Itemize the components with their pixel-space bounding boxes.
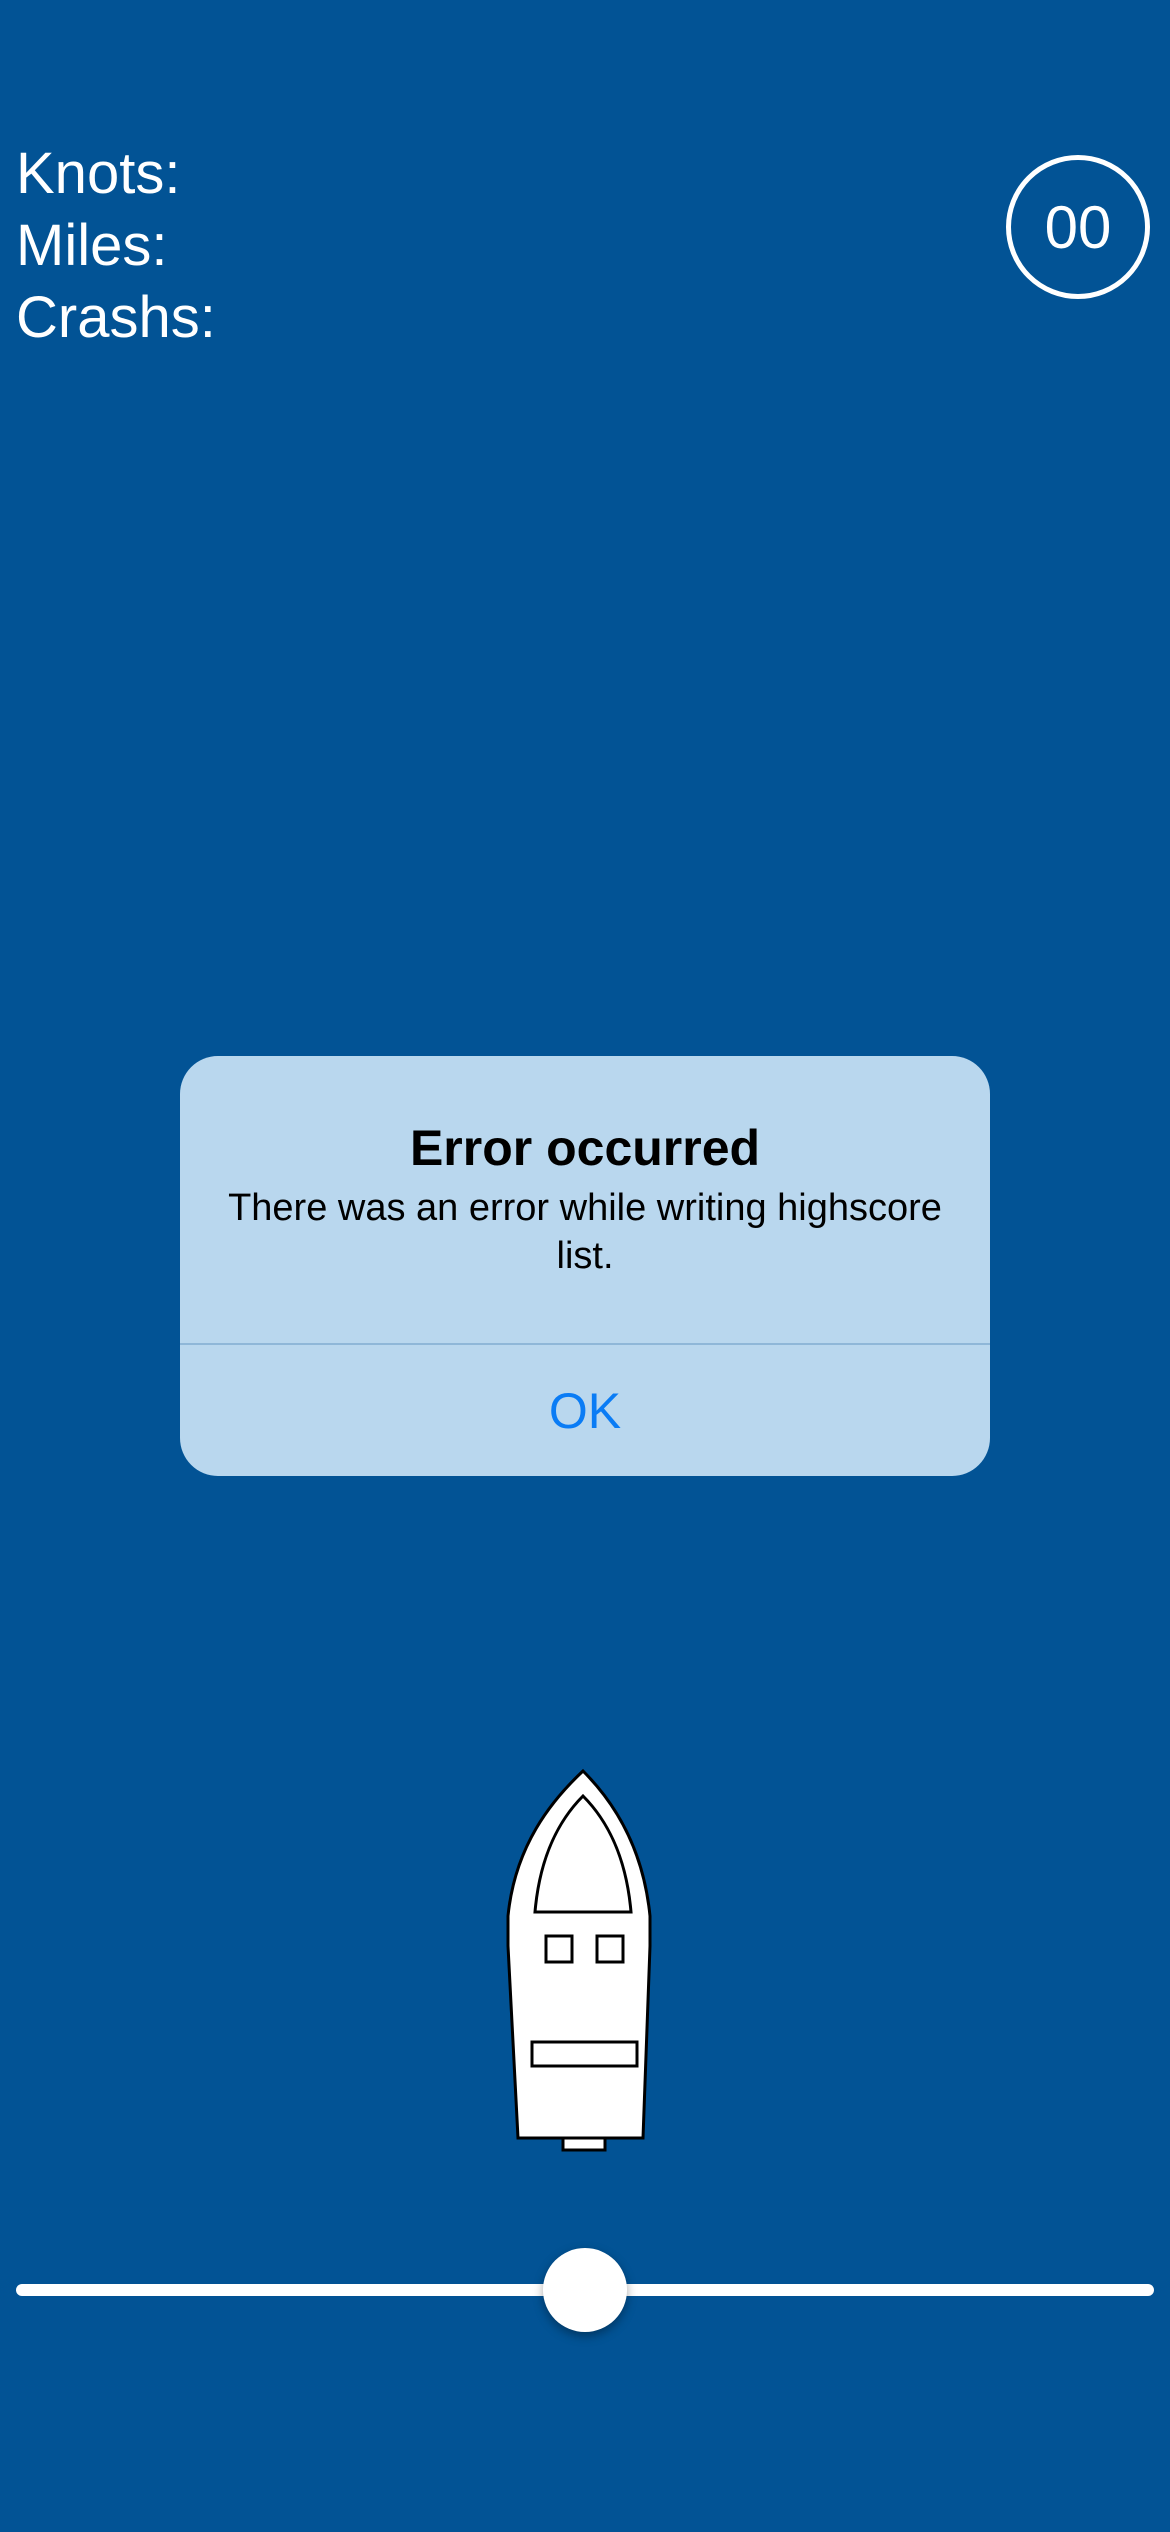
knots-label: Knots: (16, 141, 181, 206)
alert-message: There was an error while writing highsco… (228, 1187, 942, 1277)
ok-button[interactable]: OK (180, 1345, 990, 1476)
miles-label: Miles: (16, 213, 168, 278)
speedboat-icon (493, 1766, 673, 2156)
crashes-label: Crashs: (16, 285, 216, 350)
stats-panel: Knots: Miles: Crashs: (16, 138, 216, 354)
steering-slider[interactable] (16, 2240, 1154, 2340)
error-alert-dialog: Error occurred There was an error while … (180, 1056, 990, 1476)
timer-value: 00 (1044, 193, 1112, 261)
timer-badge: 00 (1006, 155, 1150, 299)
slider-thumb[interactable] (543, 2248, 627, 2332)
alert-title: Error occurred (409, 1120, 761, 1176)
